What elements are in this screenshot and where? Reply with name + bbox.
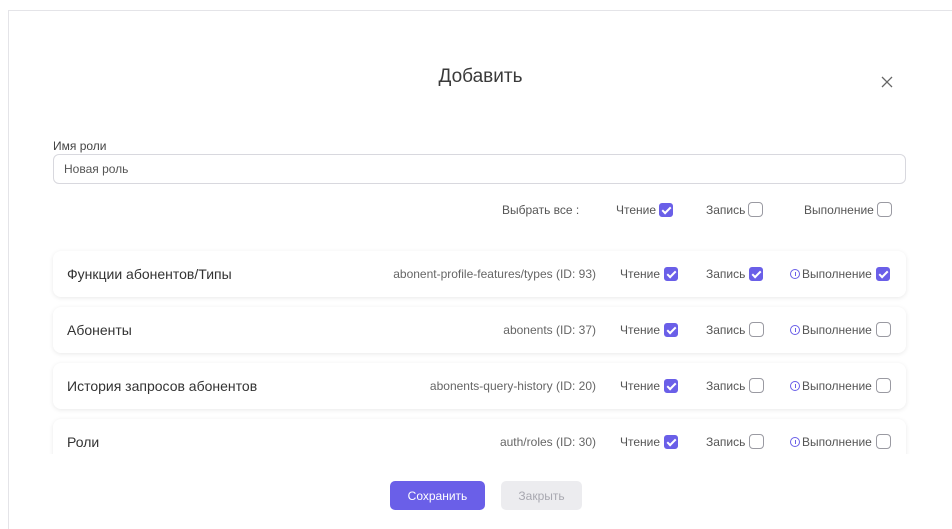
execute-toggle[interactable]: Выполнение xyxy=(790,434,891,450)
permission-row: Роли auth/roles (ID: 30) Чтение Запись В… xyxy=(53,419,906,454)
write-label: Запись xyxy=(706,378,746,393)
permission-path: abonents (ID: 37) xyxy=(503,323,596,337)
execute-checkbox[interactable] xyxy=(875,322,891,338)
select-all-execute-label: Выполнение xyxy=(804,202,874,217)
execute-toggle[interactable]: Выполнение xyxy=(790,322,891,338)
info-icon[interactable] xyxy=(790,380,800,391)
write-checkbox[interactable] xyxy=(749,378,765,394)
write-checkbox[interactable] xyxy=(749,322,765,338)
select-all-label: Выбрать все : xyxy=(502,203,580,217)
add-role-dialog: Добавить Имя роли Выбрать все : Чтение З… xyxy=(8,10,952,529)
select-all-write-label: Запись xyxy=(706,202,746,217)
save-button[interactable]: Сохранить xyxy=(390,481,485,510)
read-label: Чтение xyxy=(620,378,661,393)
execute-checkbox[interactable] xyxy=(875,434,891,450)
select-all-read-checkbox[interactable] xyxy=(659,202,674,217)
write-label: Запись xyxy=(706,434,746,449)
select-all-execute[interactable]: Выполнение xyxy=(804,202,892,218)
read-toggle[interactable]: Чтение xyxy=(620,266,679,281)
info-icon[interactable] xyxy=(790,324,800,335)
permission-name: Функции абонентов/Типы xyxy=(67,266,232,282)
permission-name: История запросов абонентов xyxy=(67,378,258,394)
permission-path: abonent-profile-features/types (ID: 93) xyxy=(393,267,596,281)
permission-row: История запросов абонентов abonents-quer… xyxy=(53,363,906,409)
close-icon[interactable] xyxy=(878,73,896,91)
select-all-row: Выбрать все : Чтение Запись Выполнение xyxy=(9,202,952,218)
read-checkbox[interactable] xyxy=(664,378,679,393)
write-checkbox[interactable] xyxy=(749,266,764,281)
write-label: Запись xyxy=(706,322,746,337)
write-toggle[interactable]: Запись xyxy=(706,378,765,394)
execute-toggle[interactable]: Выполнение xyxy=(790,266,890,281)
permission-name: Абоненты xyxy=(67,322,132,338)
select-all-read-label: Чтение xyxy=(616,202,657,217)
execute-checkbox[interactable] xyxy=(875,378,891,394)
read-checkbox[interactable] xyxy=(664,266,679,281)
select-all-write-checkbox[interactable] xyxy=(748,202,764,218)
info-icon[interactable] xyxy=(790,436,800,447)
write-label: Запись xyxy=(706,266,746,281)
permission-path: auth/roles (ID: 30) xyxy=(499,435,596,449)
execute-label: Выполнение xyxy=(802,378,872,393)
read-toggle[interactable]: Чтение xyxy=(620,322,679,337)
select-all-write[interactable]: Запись xyxy=(706,202,764,218)
permission-row: Абоненты abonents (ID: 37) Чтение Запись… xyxy=(53,307,906,353)
read-toggle[interactable]: Чтение xyxy=(620,378,679,393)
dialog-title: Добавить xyxy=(438,66,523,87)
read-label: Чтение xyxy=(620,322,661,337)
write-toggle[interactable]: Запись xyxy=(706,322,765,338)
info-icon[interactable] xyxy=(790,268,800,279)
read-label: Чтение xyxy=(620,434,661,449)
select-all-execute-checkbox[interactable] xyxy=(876,202,892,218)
close-button[interactable]: Закрыть xyxy=(501,481,582,510)
role-name-input[interactable] xyxy=(53,154,906,184)
permissions-list[interactable]: Функции абонентов/Типы abonent-profile-f… xyxy=(9,243,952,454)
read-toggle[interactable]: Чтение xyxy=(620,434,679,449)
permission-name: Роли xyxy=(67,434,100,450)
execute-toggle[interactable]: Выполнение xyxy=(790,378,891,394)
permission-row: Функции абонентов/Типы abonent-profile-f… xyxy=(53,251,906,297)
read-label: Чтение xyxy=(620,266,661,281)
write-toggle[interactable]: Запись xyxy=(706,266,764,281)
read-checkbox[interactable] xyxy=(664,322,679,337)
execute-label: Выполнение xyxy=(802,266,872,281)
execute-label: Выполнение xyxy=(802,322,872,337)
read-checkbox[interactable] xyxy=(664,434,679,449)
execute-checkbox[interactable] xyxy=(875,266,890,281)
execute-label: Выполнение xyxy=(802,434,872,449)
write-toggle[interactable]: Запись xyxy=(706,434,765,450)
write-checkbox[interactable] xyxy=(749,434,765,450)
permission-path: abonents-query-history (ID: 20) xyxy=(429,379,596,393)
role-name-label: Имя роли xyxy=(53,139,107,153)
select-all-read[interactable]: Чтение xyxy=(616,202,674,217)
